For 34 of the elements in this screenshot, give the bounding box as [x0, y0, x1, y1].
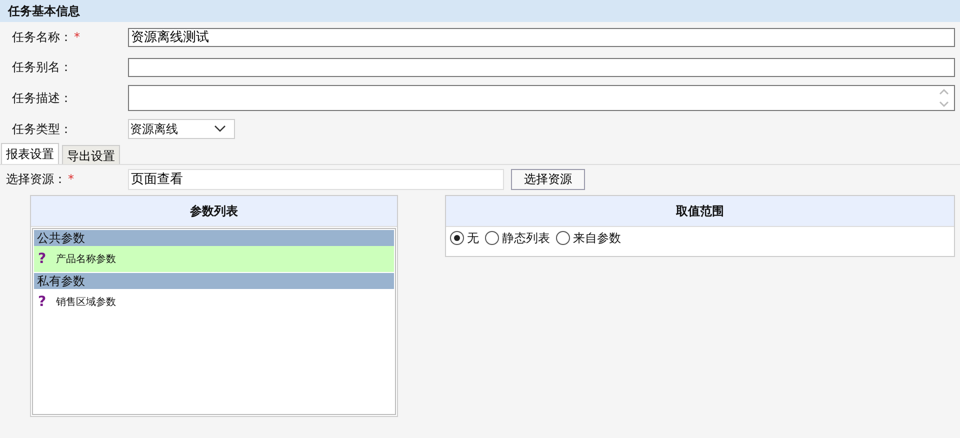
field-label: 任务描述： [12, 90, 72, 106]
question-icon: ? [38, 294, 54, 310]
group-header: 公共参数 [34, 230, 394, 246]
scroll-arrows-icon [938, 86, 950, 110]
required-mark: * [68, 172, 74, 186]
field-label: 任务类型： [12, 120, 72, 138]
tab[interactable]: 报表设置 [1, 143, 59, 164]
radio-button[interactable] [485, 231, 499, 245]
radio-label: 无 [467, 230, 479, 246]
text-area[interactable] [128, 85, 955, 111]
item-label: 销售区域参数 [56, 296, 116, 309]
question-icon: ? [38, 251, 54, 267]
input-field[interactable]: 资源离线测试 [128, 28, 955, 46]
item-label: 产品名称参数 [56, 252, 116, 266]
list-item[interactable]: ? 销售区域参数 [34, 289, 394, 315]
radio-label: 静态列表 [502, 230, 550, 246]
field-label: 任务名称： [12, 28, 72, 46]
dropdown[interactable]: 资源离线 [128, 119, 235, 139]
section-header: 任务基本信息 [0, 0, 960, 22]
panel-title: 参数列表 [31, 196, 397, 227]
group-header: 私有参数 [34, 273, 394, 289]
input-field[interactable] [128, 58, 955, 76]
required-mark: * [74, 30, 80, 44]
radio-label: 来自参数 [573, 230, 621, 246]
tab[interactable]: 导出设置 [62, 145, 120, 164]
radio-button[interactable] [556, 231, 570, 245]
list-item[interactable]: ? 产品名称参数 [34, 246, 394, 272]
input-field[interactable]: 页面查看 [128, 168, 504, 190]
field-label: 选择资源： [6, 170, 66, 188]
panel-title: 取值范围 [446, 196, 954, 227]
select-resource-button[interactable]: 选择资源 [511, 168, 585, 190]
chevron-down-icon [214, 125, 226, 133]
field-label: 任务别名： [12, 58, 72, 76]
radio-button[interactable] [450, 231, 464, 245]
